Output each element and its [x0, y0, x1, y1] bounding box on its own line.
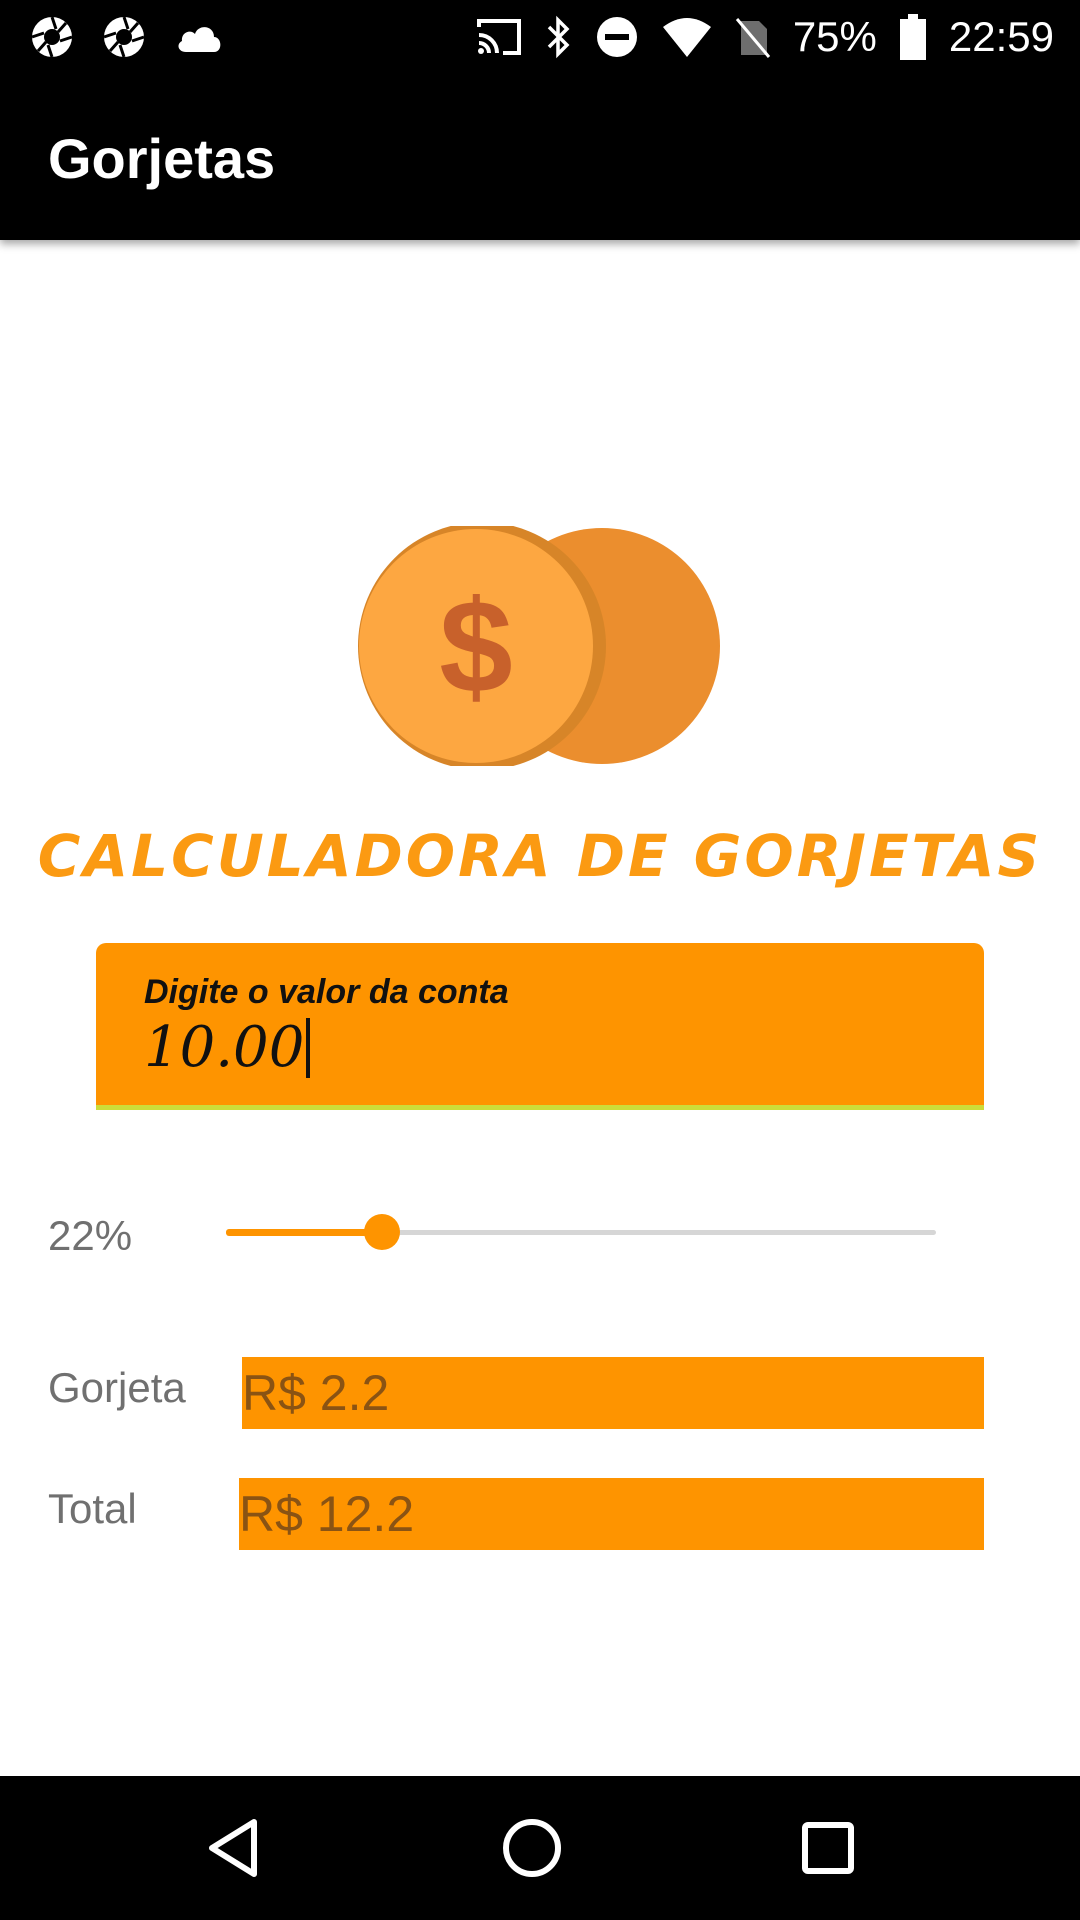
camera-aperture-icon: [103, 16, 145, 58]
total-value-box: R$ 12.2: [239, 1478, 984, 1550]
battery-icon: [899, 14, 926, 60]
tip-value: R$ 2.2: [242, 1365, 390, 1421]
coins-dollar-icon: $: [358, 526, 720, 766]
slider-thumb[interactable]: [364, 1214, 401, 1250]
tip-label: Gorjeta: [48, 1364, 186, 1411]
navigation-bar: [0, 1776, 1080, 1920]
tip-percent-label: 22%: [48, 1212, 133, 1259]
app-bar: Gorjetas: [0, 74, 1080, 240]
camera-aperture-icon: [31, 16, 73, 58]
bluetooth-icon: [547, 15, 570, 59]
home-button[interactable]: [490, 1806, 574, 1890]
app-title: Gorjetas: [48, 127, 276, 190]
bill-amount-label: Digite o valor da conta: [144, 973, 509, 1011]
bill-amount-input[interactable]: 10.00: [144, 1015, 311, 1080]
dollar-symbol: $: [439, 573, 512, 720]
home-icon: [503, 1819, 561, 1877]
total-label: Total: [48, 1485, 137, 1532]
clock: 22:59: [948, 13, 1054, 60]
do-not-disturb-icon: [596, 17, 637, 57]
status-left-icons: [30, 14, 224, 60]
recents-icon: [802, 1822, 854, 1874]
slider-fill: [226, 1229, 383, 1236]
bill-amount-value: 10.00: [144, 1015, 305, 1080]
recents-button[interactable]: [786, 1806, 870, 1890]
cloud-icon: [178, 27, 221, 52]
total-value: R$ 12.2: [239, 1486, 415, 1542]
tip-value-box: R$ 2.2: [242, 1357, 984, 1429]
tip-percent-slider[interactable]: [226, 1212, 936, 1252]
back-button[interactable]: [190, 1806, 274, 1890]
back-icon: [209, 1819, 257, 1877]
cast-icon: [476, 19, 521, 55]
status-right-icons: 75% 22:59: [475, 10, 1054, 64]
wifi-icon: [662, 18, 711, 57]
calculator-heading: CALCULADORA DE GORJETAS: [37, 822, 1043, 890]
no-sim-icon: [735, 18, 770, 58]
status-bar: 75% 22:59: [0, 0, 1080, 74]
bill-amount-field[interactable]: Digite o valor da conta 10.00: [96, 943, 984, 1110]
battery-percent: 75%: [792, 13, 877, 60]
text-caret: [306, 1017, 311, 1078]
